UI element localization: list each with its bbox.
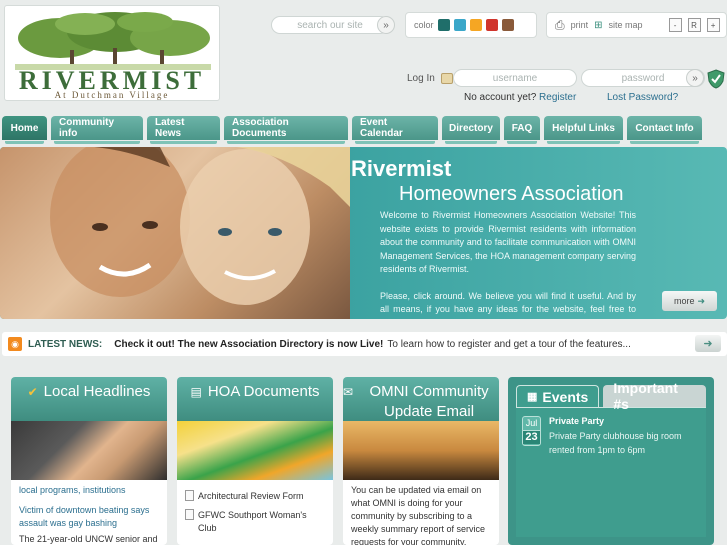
- site-logo[interactable]: RIVERMIST At Dutchman Village: [4, 5, 220, 101]
- omni-email-text: You can be updated via email on what OMN…: [351, 485, 486, 545]
- search-input[interactable]: search our site: [271, 16, 389, 34]
- main-nav: Home Community info Latest News Associat…: [2, 116, 702, 144]
- tab-important-numbers[interactable]: Important #s: [603, 380, 706, 412]
- nav-contact-info[interactable]: Contact Info: [627, 116, 702, 144]
- tab-events[interactable]: ▦ Events: [516, 385, 600, 407]
- nav-event-calendar[interactable]: Event Calendar: [352, 116, 438, 144]
- couple-photo: [0, 147, 350, 319]
- chevron-right-icon: »: [383, 19, 389, 31]
- document-icon: ▤: [190, 385, 202, 399]
- banner-paragraph: Welcome to Rivermist Homeowners Associat…: [380, 210, 636, 274]
- nav-directory[interactable]: Directory: [442, 116, 500, 144]
- omni-email-header: ✉ OMNI Community Update Email: [343, 377, 499, 421]
- color-swatch-orange[interactable]: [469, 19, 482, 31]
- headline-link[interactable]: local programs, institutions: [19, 484, 159, 497]
- color-swatch-red[interactable]: [485, 19, 498, 31]
- font-reset-button[interactable]: R: [687, 18, 701, 32]
- banner-text: Welcome to Rivermist Homeowners Associat…: [380, 209, 636, 319]
- ticker-headline[interactable]: Check it out! The new Association Direct…: [114, 339, 383, 350]
- local-headlines-panel: ✔ Local Headlines local programs, instit…: [11, 377, 167, 545]
- register-link[interactable]: Register: [539, 92, 576, 103]
- event-title[interactable]: Private Party: [549, 416, 700, 426]
- username-field[interactable]: username: [453, 69, 577, 87]
- typing-hands-image: [11, 421, 167, 480]
- ticker-label: LATEST NEWS:: [28, 338, 103, 350]
- nav-helpful-links[interactable]: Helpful Links: [544, 116, 623, 144]
- headline-summary: The 21-year-old UNCW senior and: [19, 534, 158, 544]
- checkmark-icon: ✔: [27, 385, 38, 399]
- document-item[interactable]: GFWC Southport Woman's Club: [185, 509, 325, 535]
- document-item[interactable]: Architectural Review Form: [185, 490, 325, 503]
- banner-subtitle: Homeowners Association: [399, 183, 624, 205]
- calendar-icon: ▦: [527, 391, 538, 403]
- nav-community-info[interactable]: Community info: [51, 116, 143, 144]
- folders-image: [177, 421, 333, 480]
- nav-association-documents[interactable]: Association Documents: [224, 116, 348, 144]
- hoa-documents-panel: ▤ HOA Documents Architectural Review For…: [177, 377, 333, 545]
- login-go-button[interactable]: »: [686, 69, 704, 87]
- color-swatch-brown[interactable]: [501, 19, 514, 31]
- email-icon: ✉: [343, 385, 354, 399]
- login-label: Log In: [407, 73, 453, 84]
- font-increase-button[interactable]: +: [706, 18, 720, 32]
- local-headlines-header: ✔ Local Headlines: [11, 377, 167, 421]
- headline-link[interactable]: Victim of downtown beating says assault …: [19, 504, 159, 530]
- tools-bar: ⎙ print ⊞ site map - R +: [546, 12, 727, 38]
- events-panel: ▦ Events Important #s Jul 23 Private Par…: [508, 377, 714, 545]
- tree-logo-icon: [15, 12, 211, 70]
- rss-icon[interactable]: ◉: [8, 337, 22, 351]
- arrow-right-icon: ➜: [697, 295, 706, 306]
- file-icon: [185, 509, 194, 520]
- key-icon: [440, 73, 453, 84]
- sitemap-link[interactable]: site map: [609, 20, 643, 30]
- no-account-text: No account yet? Register: [464, 92, 577, 103]
- chevron-right-icon: »: [692, 72, 698, 84]
- banner-paragraph: Please, click around. We believe you wil…: [380, 290, 636, 320]
- hoa-documents-header: ▤ HOA Documents: [177, 377, 333, 421]
- lost-password-link[interactable]: Lost Password?: [607, 92, 678, 103]
- computer-silhouette-image: [343, 421, 499, 480]
- nav-latest-news[interactable]: Latest News: [147, 116, 220, 144]
- color-swatch-teal[interactable]: [437, 19, 450, 31]
- omni-email-panel: ✉ OMNI Community Update Email You can be…: [343, 377, 499, 545]
- color-picker: color: [405, 12, 537, 38]
- print-link[interactable]: print: [571, 20, 589, 30]
- search-placeholder: search our site: [297, 19, 363, 31]
- font-decrease-button[interactable]: -: [668, 18, 682, 32]
- news-ticker: ◉ LATEST NEWS: Check it out! The new Ass…: [2, 332, 727, 356]
- more-button[interactable]: more ➜: [662, 291, 717, 311]
- hero-banner: Rivermist Homeowners Association Welcome…: [0, 147, 727, 319]
- search-go-button[interactable]: »: [377, 16, 395, 34]
- nav-faq[interactable]: FAQ: [504, 116, 540, 144]
- color-swatch-blue[interactable]: [453, 19, 466, 31]
- brand-subtitle: At Dutchman Village: [54, 90, 170, 100]
- file-icon: [185, 490, 194, 501]
- nav-home[interactable]: Home: [2, 116, 47, 144]
- shield-check-icon: [707, 69, 725, 89]
- event-description: Private Party clubhouse big room rented …: [548, 431, 682, 455]
- color-label: color: [414, 20, 434, 30]
- printer-icon[interactable]: ⎙: [555, 18, 565, 33]
- sitemap-icon[interactable]: ⊞: [594, 20, 602, 31]
- event-date-badge: Jul 23: [522, 416, 541, 446]
- ticker-text[interactable]: To learn how to register and get a tour …: [387, 339, 630, 350]
- banner-title: Rivermist: [351, 156, 452, 181]
- ticker-next-button[interactable]: ➜: [695, 335, 721, 352]
